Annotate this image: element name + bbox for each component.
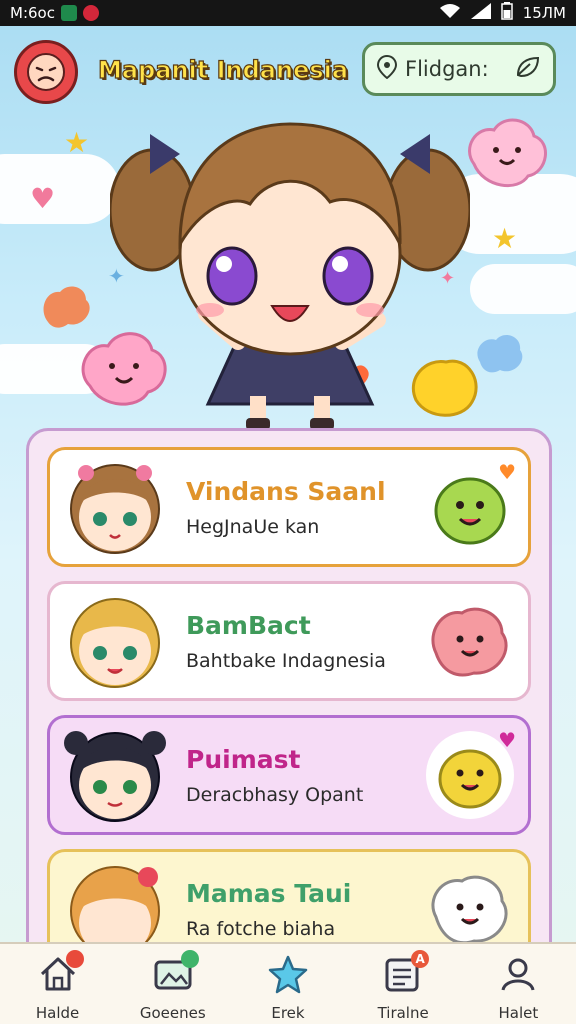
- mascot-face-icon: [27, 53, 65, 91]
- alert-notification-icon: [82, 5, 99, 21]
- card-title: BamBact: [186, 610, 311, 640]
- status-bar: M:6oc 15ЛM: [0, 0, 576, 26]
- battery-icon: [500, 2, 513, 24]
- app-notification-icon: [60, 5, 77, 21]
- card-title: Puimast: [186, 744, 301, 774]
- avatar: [70, 866, 160, 945]
- filter-label: Flidgan:: [405, 57, 489, 81]
- card-subtitle: Ra fotche biaha: [186, 917, 336, 940]
- hero-illustration: ★ ♥ ★ ✦ ✦: [0, 114, 576, 434]
- avatar: [70, 464, 160, 554]
- heart-icon: ♥: [30, 182, 56, 215]
- card-subtitle: HegJnaUe kan: [186, 515, 320, 538]
- card-subtitle: Deracbhasy Opant: [186, 783, 364, 806]
- gallery-icon: [153, 950, 199, 994]
- clock-text: 15ЛM: [522, 4, 566, 22]
- nav-label: Halet: [498, 1004, 539, 1022]
- white-bear-icon: [431, 875, 508, 945]
- list-icon: A: [383, 950, 430, 994]
- nav-item-list[interactable]: A Tiralne: [348, 944, 458, 1024]
- notification-badge: [180, 950, 199, 968]
- pink-bear-icon: [431, 607, 508, 677]
- avatar: [64, 731, 166, 822]
- card-title: Mamas Taui: [186, 878, 352, 908]
- card-title: Vindans Saanl: [186, 476, 386, 506]
- cloud-decoration: [470, 264, 576, 314]
- nav-label: Erek: [271, 1004, 305, 1022]
- favorite-heart-icon[interactable]: ♥: [498, 728, 516, 752]
- signal-icon: [470, 3, 491, 23]
- app-header: Mapanit Indanesia Flidgan:: [0, 26, 576, 114]
- filter-button[interactable]: Flidgan:: [362, 42, 556, 96]
- location-pin-icon: [376, 54, 398, 84]
- wifi-icon: [439, 3, 461, 23]
- card-subtitle: Bahtbake Indagnesia: [186, 649, 386, 672]
- nav-item-gallery[interactable]: Goeenes: [118, 944, 228, 1024]
- list-item[interactable]: Vindans Saanl HegJnaUe kan ♥: [47, 447, 531, 567]
- list-item[interactable]: Mamas Taui Ra fotche biaha: [47, 849, 531, 945]
- chibi-girl-illustration: [110, 122, 470, 430]
- star-icon: [268, 954, 308, 994]
- list-item[interactable]: BamBact Bahtbake Indagnesia: [47, 581, 531, 701]
- notification-badge: A: [411, 950, 430, 968]
- nav-item-profile[interactable]: Halet: [463, 944, 573, 1024]
- nav-label: Halde: [35, 1004, 80, 1022]
- blob-decoration: [43, 286, 90, 328]
- list-item[interactable]: Puimast Deracbhasy Opant ♥: [47, 715, 531, 835]
- nav-label: Goeenes: [139, 1004, 206, 1022]
- pink-creature-icon: [468, 118, 547, 187]
- avatar: [70, 598, 160, 688]
- nav-label: Tiralne: [377, 1004, 429, 1022]
- leaf-icon: [515, 55, 541, 84]
- app-logo[interactable]: [14, 40, 78, 104]
- star-icon: ★: [64, 126, 90, 159]
- app-title: Mapanit Indanesia: [97, 55, 349, 84]
- bottom-navigation: Halde Goeenes Erek A Tiralne Halet: [0, 942, 576, 1024]
- notification-badge: [65, 950, 84, 968]
- character-list: Vindans Saanl HegJnaUe kan ♥ BamBact Bah…: [26, 428, 552, 948]
- cloud-decoration: [0, 154, 120, 224]
- nav-item-favorites[interactable]: Erek: [233, 944, 343, 1024]
- carrier-text: M:6oc: [10, 4, 55, 22]
- profile-icon: [498, 954, 538, 994]
- home-icon: [38, 950, 84, 994]
- star-icon: ★: [492, 222, 518, 255]
- nav-item-home[interactable]: Halde: [3, 944, 113, 1024]
- favorite-heart-icon[interactable]: ♥: [498, 460, 516, 484]
